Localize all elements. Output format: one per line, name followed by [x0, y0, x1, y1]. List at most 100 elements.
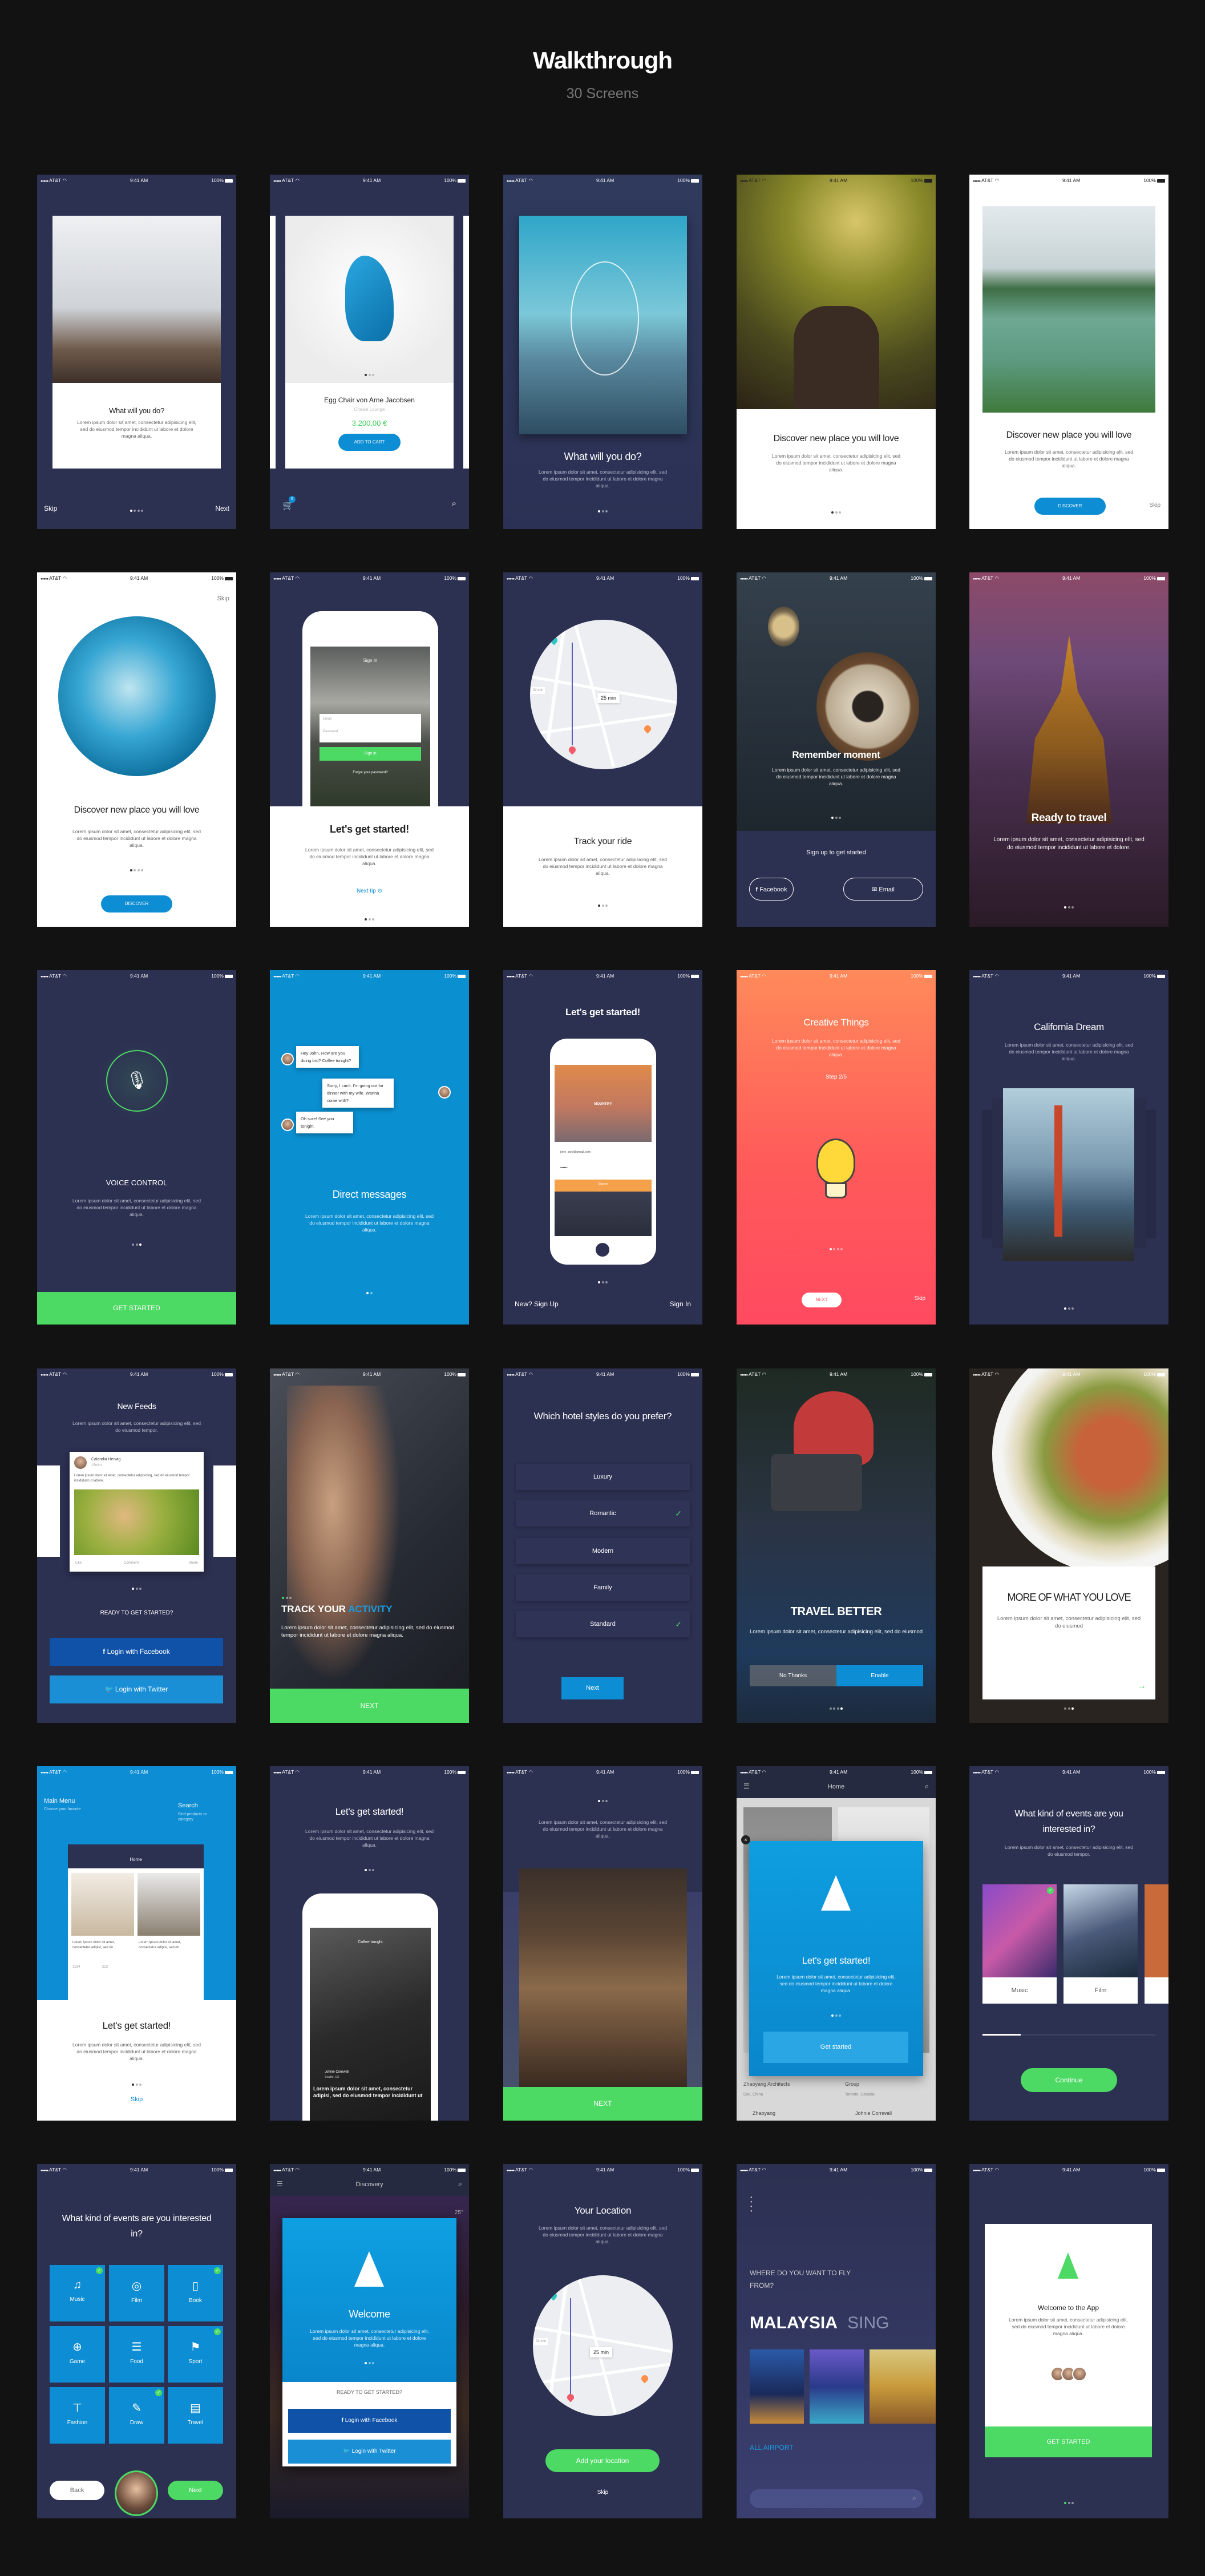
tile-book[interactable]: ✓ ▯ Book [168, 2265, 223, 2321]
all-airport-link[interactable]: ALL AIRPORT [750, 2444, 794, 2452]
get-started-button[interactable]: GET STARTED [37, 1292, 236, 1325]
signup-label: Sign up to get started [806, 849, 866, 856]
option-family[interactable]: Family [516, 1574, 690, 1601]
shirt-icon: ⊤ [72, 2402, 83, 2415]
next-button[interactable]: NEXT [503, 2087, 702, 2121]
facebook-login-label: Login with Facebook [107, 1648, 170, 1656]
battery-label: 100% [677, 177, 690, 183]
ready-label: READY TO GET STARTED? [100, 1610, 173, 1616]
clock: 9:41 AM [829, 1769, 848, 1775]
sign-up-link[interactable]: New? Sign Up [515, 1300, 559, 1308]
skip-button[interactable]: Skip [37, 2096, 236, 2103]
tile-label: Music [70, 2296, 85, 2303]
add-to-cart-button[interactable]: ADD TO CART [338, 434, 401, 451]
next-button[interactable]: NEXT [270, 1689, 469, 1723]
search-field[interactable]: ⌕ [750, 2489, 923, 2508]
screen-27: ●●●●● AT&T ◠ 9:41 AM 100% ☰ Discovery ⌕ 2… [270, 2164, 469, 2518]
signal-icon: ●●●●● [973, 1373, 981, 1377]
title: Let's get started! [565, 1007, 640, 1018]
screen-19: ●●●●● AT&T ◠ 9:41 AM 100% TRAVEL BETTER L… [737, 1368, 936, 1723]
option-romantic[interactable]: Romantic ✓ [516, 1500, 690, 1527]
next-button[interactable]: NEXT [802, 1293, 842, 1307]
tile-game[interactable]: ⊕ Game [50, 2326, 105, 2383]
carrier: ●●●●● AT&T ◠ [740, 973, 766, 979]
tile-sport[interactable]: ✓ ⚑ Sport [168, 2326, 223, 2383]
microphone-button[interactable]: 🎙 [106, 1050, 168, 1112]
get-started-button[interactable]: GET STARTED [985, 2426, 1152, 2457]
comment-button[interactable]: Comment [124, 1561, 139, 1565]
option-modern[interactable]: Modern [516, 1538, 690, 1564]
tile-fashion[interactable]: ⊤ Fashion [50, 2387, 105, 2444]
clock: 9:41 AM [596, 973, 614, 979]
event-card-music[interactable]: ✓ Music [982, 1884, 1057, 2004]
city-card[interactable] [810, 2349, 864, 2424]
arrow-right-icon[interactable]: → [1137, 1681, 1146, 1691]
mountain-logo-icon [354, 2251, 384, 2287]
option-standard[interactable]: Standard ✓ [516, 1611, 690, 1637]
skip-button[interactable]: Skip [1150, 502, 1160, 508]
twitter-login-button[interactable]: 🐦 Login with Twitter [50, 1675, 223, 1703]
checkmark-icon: ✓ [1047, 1887, 1054, 1894]
page-dots [37, 1242, 236, 1246]
facebook-login-button[interactable]: f Login with Facebook [50, 1638, 223, 1666]
description: Lorem ipsum dolor sit amet, consectetur … [305, 847, 434, 866]
continue-button[interactable]: Continue [1021, 2068, 1117, 2092]
battery-icon [691, 1372, 699, 1376]
email-button[interactable]: ✉ Email [843, 878, 923, 901]
option-luxury[interactable]: Luxury [516, 1464, 690, 1490]
add-location-button[interactable]: Add your location [545, 2449, 660, 2472]
status-bar: ●●●●● AT&T ◠ 9:41 AM 100% [503, 970, 702, 982]
title: TRAVEL BETTER [790, 1605, 882, 1618]
next-button[interactable]: Next [561, 1677, 624, 1699]
discover-button[interactable]: DISCOVER [1034, 498, 1106, 515]
search-icon[interactable]: ⌕ [458, 2179, 462, 2189]
tile-draw[interactable]: ✓ ✎ Draw [109, 2387, 164, 2444]
food-photo [737, 572, 936, 831]
city-card[interactable] [870, 2349, 936, 2424]
skip-button[interactable]: Skip [503, 2489, 702, 2496]
status-bar: ●●●●● AT&T ◠ 9:41 AM 100% [270, 970, 469, 982]
facebook-button[interactable]: f Facebook [749, 878, 794, 901]
carrier: ●●●●● AT&T ◠ [973, 2167, 999, 2173]
battery-icon [458, 974, 466, 978]
tile-film[interactable]: ◎ Film [109, 2265, 164, 2321]
share-button[interactable]: Share [189, 1561, 198, 1565]
event-card-partial[interactable] [1145, 1884, 1168, 2004]
next-tip-link[interactable]: Next tip ⊙ [270, 888, 469, 894]
back-button[interactable]: Back [50, 2481, 104, 2500]
skip-button[interactable]: Skip [915, 1295, 925, 1302]
tile-travel[interactable]: ▤ Travel [168, 2387, 223, 2444]
tile-music[interactable]: ✓ ♫ Music [50, 2265, 105, 2321]
battery: 100% [677, 177, 699, 183]
twitter-login-button[interactable]: 🐦 Login with Twitter [288, 2440, 451, 2464]
description: Lorem ipsum dolor sit amet, consectetur … [749, 1629, 923, 1635]
close-icon[interactable]: × [741, 1835, 750, 1844]
no-thanks-button[interactable]: No Thanks [750, 1665, 836, 1686]
skip-button[interactable]: Skip [217, 595, 229, 602]
wifi-icon: ◠ [62, 2166, 67, 2173]
city-card[interactable] [750, 2349, 804, 2424]
signal-icon: ●●●●● [507, 1373, 515, 1377]
battery-icon [225, 179, 233, 183]
discover-button[interactable]: DISCOVER [101, 895, 172, 912]
country-malaysia[interactable]: MALAYSIA [750, 2313, 837, 2332]
event-card-film[interactable]: Film [1064, 1884, 1138, 2004]
like-button[interactable]: Like [75, 1561, 82, 1565]
enable-button[interactable]: Enable [836, 1665, 923, 1686]
country-next[interactable]: SING [847, 2313, 889, 2332]
get-started-button[interactable]: Get started [763, 2032, 908, 2063]
search-icon[interactable]: ⌕ [925, 1782, 929, 1791]
facebook-login-button[interactable]: f Login with Facebook [288, 2409, 451, 2433]
next-button[interactable]: Next [168, 2481, 223, 2500]
avatar [438, 1086, 451, 1099]
sign-in-link[interactable]: Sign In [670, 1300, 691, 1308]
password-field[interactable]: Password [323, 730, 418, 733]
message-bubble: Sorry, I can't. I'm going out for dinner… [322, 1079, 394, 1108]
clock: 9:41 AM [1062, 1769, 1081, 1775]
email-field[interactable]: Email [323, 717, 418, 721]
carrier-label: AT&T [49, 2166, 62, 2173]
tile-food[interactable]: ☰ Food [109, 2326, 164, 2383]
status-bar: ●●●●● AT&T ◠ 9:41 AM 100% [37, 175, 236, 186]
search-icon[interactable]: ⌕ [452, 499, 456, 508]
next-button[interactable]: Next [215, 504, 229, 512]
